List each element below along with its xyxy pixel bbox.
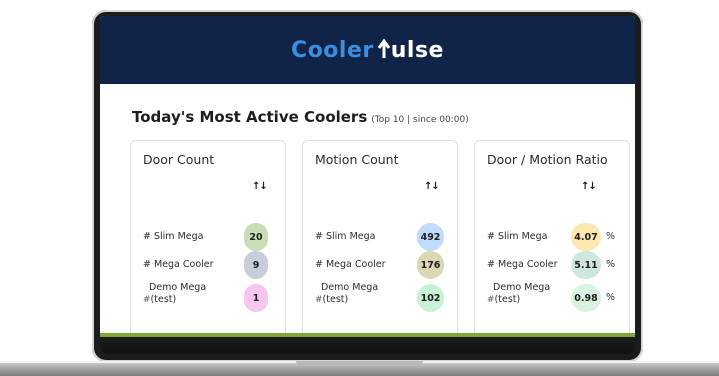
door-motion-ratio-card: Door / Motion Ratio ↑↓ # Slim Mega 4.07 … bbox=[474, 140, 630, 333]
cooler-name-line1: Demo Mega bbox=[321, 282, 379, 293]
hash-symbol: # bbox=[315, 295, 323, 305]
cooler-name: # Mega Cooler bbox=[143, 259, 214, 270]
hash-symbol: # bbox=[487, 295, 495, 305]
table-row: Demo Mega #(test) 1 bbox=[143, 282, 277, 312]
cooler-name: # Slim Mega bbox=[143, 231, 204, 242]
door-count-card: Door Count ↑↓ # Slim Mega 20 # Mega Cool… bbox=[130, 140, 286, 333]
motion-count-card: Motion Count ↑↓ # Slim Mega 492 # Mega C… bbox=[302, 140, 458, 333]
cooler-name-line2: (test) bbox=[150, 294, 177, 305]
table-row: # Mega Cooler 9 bbox=[143, 250, 277, 280]
section-title: Today's Most Active Coolers (Top 10 | sin… bbox=[132, 108, 469, 126]
cooler-name: Demo Mega #(test) bbox=[143, 282, 206, 306]
cooler-name: # Mega Cooler bbox=[315, 259, 386, 270]
percent-unit: % bbox=[606, 231, 616, 242]
card-title: Door / Motion Ratio bbox=[487, 152, 608, 167]
table-row: Demo Mega #(test) 0.98 % bbox=[487, 282, 621, 312]
count-badge: 102 bbox=[417, 284, 444, 312]
cooler-name: # Slim Mega bbox=[315, 231, 376, 242]
ratio-badge: 0.98 bbox=[571, 284, 601, 312]
ratio-badge: 5.11 bbox=[571, 251, 601, 279]
percent-unit: % bbox=[606, 292, 616, 303]
cooler-name: # Slim Mega bbox=[487, 231, 548, 242]
table-row: # Slim Mega 20 bbox=[143, 222, 277, 252]
section-title-text: Today's Most Active Coolers bbox=[132, 108, 368, 126]
brand-logo[interactable]: Cooler ulse bbox=[291, 38, 444, 63]
laptop-notch bbox=[296, 361, 423, 366]
sort-icon[interactable]: ↑↓ bbox=[252, 181, 268, 192]
card-title: Door Count bbox=[143, 152, 215, 167]
brand-name-part1: Cooler bbox=[291, 37, 374, 63]
cooler-name-line1: Demo Mega bbox=[149, 282, 207, 293]
app-header: Cooler ulse bbox=[100, 16, 635, 84]
brand-name-part2: ulse bbox=[390, 37, 444, 63]
table-row: # Mega Cooler 5.11 % bbox=[487, 250, 621, 280]
screen-edge-glow bbox=[100, 333, 635, 337]
card-title: Motion Count bbox=[315, 152, 399, 167]
hash-symbol: # bbox=[143, 295, 151, 305]
cooler-name: Demo Mega #(test) bbox=[315, 282, 378, 306]
count-badge: 176 bbox=[417, 251, 444, 279]
count-badge: 9 bbox=[244, 251, 268, 279]
percent-unit: % bbox=[606, 259, 616, 270]
table-row: # Slim Mega 4.07 % bbox=[487, 222, 621, 252]
sort-icon[interactable]: ↑↓ bbox=[424, 181, 440, 192]
table-row: Demo Mega #(test) 102 bbox=[315, 282, 449, 312]
cooler-name-line2: (test) bbox=[322, 294, 349, 305]
table-row: # Slim Mega 492 bbox=[315, 222, 449, 252]
cooler-name: # Mega Cooler bbox=[487, 259, 558, 270]
cooler-name: Demo Mega #(test) bbox=[487, 282, 550, 306]
section-subtitle: (Top 10 | since 00:00) bbox=[371, 115, 469, 125]
pulse-arrow-icon bbox=[377, 38, 390, 58]
cooler-name-line1: Demo Mega bbox=[493, 282, 551, 293]
cooler-name-line2: (test) bbox=[494, 294, 521, 305]
sort-icon[interactable]: ↑↓ bbox=[581, 181, 597, 192]
laptop-screen: Cooler ulse Today's Most Active Coolers(… bbox=[100, 16, 635, 333]
count-badge: 20 bbox=[244, 223, 268, 251]
ratio-badge: 4.07 bbox=[571, 223, 601, 251]
count-badge: 492 bbox=[417, 223, 444, 251]
table-row: # Mega Cooler 176 bbox=[315, 250, 449, 280]
count-badge: 1 bbox=[244, 284, 268, 312]
